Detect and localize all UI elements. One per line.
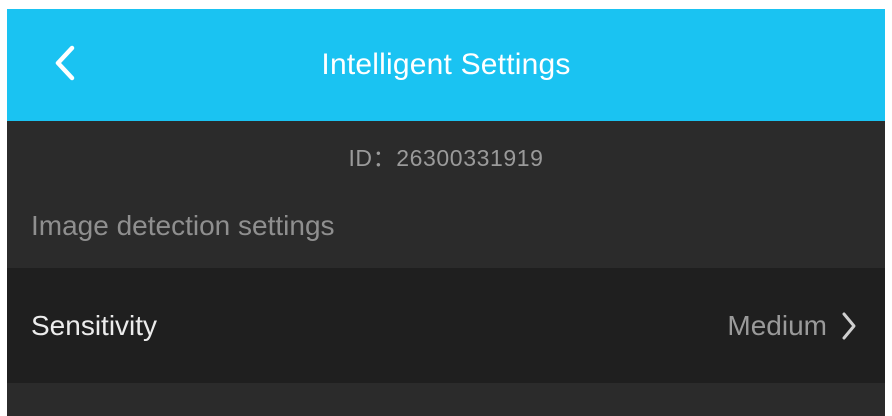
back-button[interactable]	[47, 41, 83, 85]
top-bar: Intelligent Settings	[7, 9, 885, 121]
device-id-text: ID：26300331919	[348, 145, 544, 171]
sensitivity-value: Medium	[727, 309, 827, 341]
sensitivity-value-group: Medium	[727, 310, 857, 342]
sensitivity-row[interactable]: Sensitivity Medium	[7, 268, 885, 383]
chevron-right-icon	[841, 311, 857, 341]
settings-screen: Intelligent Settings ID：26300331919 Imag…	[7, 9, 885, 416]
page-title: Intelligent Settings	[321, 48, 571, 81]
chevron-left-icon	[55, 45, 75, 81]
next-row-partial	[7, 383, 885, 416]
sensitivity-label: Sensitivity	[31, 309, 158, 341]
section-title: Image detection settings	[31, 210, 335, 241]
